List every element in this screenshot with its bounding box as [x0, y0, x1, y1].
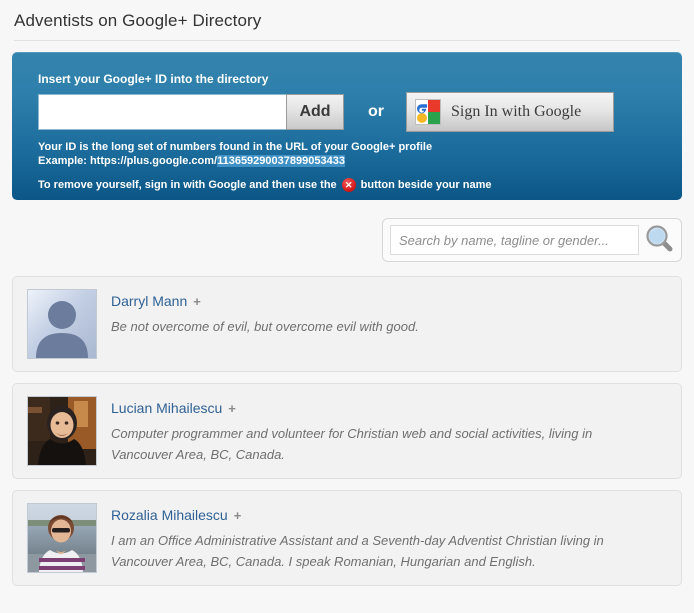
plus-icon[interactable]: + [193, 294, 201, 309]
banner-input-row: Add or Sign In with Google [12, 86, 682, 132]
entry-name-link[interactable]: Darryl Mann [111, 293, 187, 309]
sign-in-with-google-button[interactable]: Sign In with Google [406, 92, 614, 132]
avatar [27, 289, 97, 359]
example-url-prefix: Example: https://plus.google.com/ [38, 155, 218, 167]
banner-remove-instruction: To remove yourself, sign in with Google … [12, 168, 682, 192]
list-item[interactable]: Rozalia Mihailescu + I am an Office Admin… [12, 490, 682, 586]
remove-text-suffix: button beside your name [360, 179, 492, 191]
or-label: or [368, 103, 384, 120]
avatar [27, 396, 97, 466]
search-bar [382, 218, 682, 262]
remove-text-prefix: To remove yourself, sign in with Google … [38, 179, 337, 191]
google-logo-icon [415, 99, 441, 125]
entry-body: Lucian Mihailescu + Computer programmer a… [111, 396, 656, 465]
title-divider [14, 40, 680, 41]
list-item[interactable]: Lucian Mihailescu + Computer programmer a… [12, 383, 682, 479]
entry-name-link[interactable]: Lucian Mihailescu [111, 400, 222, 416]
search-input[interactable] [390, 225, 639, 255]
avatar [27, 503, 97, 573]
entry-tagline: Computer programmer and volunteer for Ch… [111, 426, 593, 462]
entry-tagline: Be not overcome of evil, but overcome ev… [111, 319, 419, 334]
example-id-highlight: 113659290037899053433 [217, 155, 345, 167]
entry-body: Darryl Mann + Be not overcome of evil, bu… [111, 289, 419, 337]
add-button[interactable]: Add [286, 94, 344, 130]
entry-name-link[interactable]: Rozalia Mihailescu [111, 507, 228, 523]
directory-list: Darryl Mann + Be not overcome of evil, bu… [12, 276, 682, 597]
page-title: Adventists on Google+ Directory [14, 11, 262, 30]
entry-body: Rozalia Mihailescu + I am an Office Admin… [111, 503, 656, 572]
list-item[interactable]: Darryl Mann + Be not overcome of evil, bu… [12, 276, 682, 372]
google-id-input[interactable] [38, 94, 286, 130]
sign-in-with-google-label: Sign In with Google [451, 103, 582, 120]
banner-help-line1: Your ID is the long set of numbers found… [38, 141, 433, 153]
banner-help-line2: Example: https://plus.google.com/1136592… [38, 154, 682, 168]
remove-x-icon: ✕ [341, 178, 356, 192]
plus-icon[interactable]: + [228, 401, 236, 416]
signup-banner: Insert your Google+ ID into the director… [12, 52, 682, 200]
banner-help-text: Your ID is the long set of numbers found… [12, 132, 682, 168]
plus-icon[interactable]: + [234, 508, 242, 523]
banner-label: Insert your Google+ ID into the director… [38, 72, 269, 86]
search-icon[interactable] [644, 223, 674, 258]
entry-tagline: I am an Office Administrative Assistant … [111, 533, 604, 569]
